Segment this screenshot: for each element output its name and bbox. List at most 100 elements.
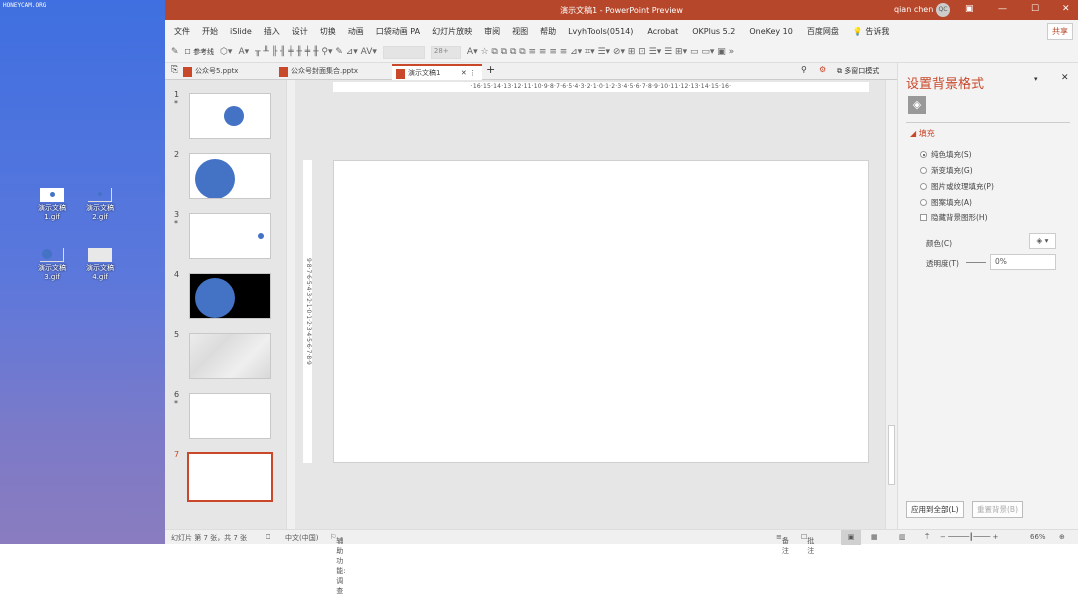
- desktop-icon[interactable]: 演示文稿 4.gif: [80, 248, 120, 282]
- slide-number: 1 *: [174, 90, 180, 108]
- menu-item[interactable]: 口袋动画 PA: [376, 26, 432, 37]
- format-icons[interactable]: A▾ ☆ ⧉ ⧉ ⧉ ⧉ ≡ ≡ ≡ ≡ ⊿▾ ⌗▾ ☰▾ ⊘▾ ⊞ ⊡ ☰▾ …: [467, 47, 734, 57]
- slide-thumbnail[interactable]: [189, 93, 271, 139]
- thumbnail-scrollbar[interactable]: [286, 80, 295, 529]
- user-name[interactable]: qian chen: [894, 5, 933, 14]
- fit-to-window-icon[interactable]: ⊕: [1059, 533, 1065, 541]
- shape-icon[interactable]: ⬡▾: [220, 47, 232, 57]
- circle-shape: [258, 233, 264, 239]
- maximize-icon[interactable]: ☐: [1031, 4, 1039, 14]
- minimize-icon[interactable]: —: [998, 4, 1007, 14]
- slide-sorter-button[interactable]: ▦: [871, 533, 878, 541]
- menu-item[interactable]: 动画: [348, 26, 376, 37]
- menu-item[interactable]: 插入: [264, 26, 292, 37]
- gradient-fill-radio[interactable]: 渐变填充(G): [920, 165, 973, 176]
- menu-item[interactable]: 切换: [320, 26, 348, 37]
- menu-item[interactable]: 开始: [202, 26, 230, 37]
- zoom-level[interactable]: 66%: [1030, 533, 1046, 541]
- tab-menu-icon[interactable]: ⎘: [171, 65, 178, 75]
- share-button[interactable]: 共享: [1047, 23, 1073, 40]
- menu-item[interactable]: LvyhTools(0514): [568, 27, 647, 36]
- language-indicator[interactable]: 中文(中国): [285, 533, 318, 543]
- vertical-ruler: 9·8·7·6·5·4·3·2·1·0·1·2·3·4·5·6·7·8·9: [303, 160, 312, 463]
- tab-doc-3[interactable]: 演示文稿1 ✕ ⋮: [392, 64, 482, 80]
- slide-thumbnail[interactable]: [189, 393, 271, 439]
- reset-background-button[interactable]: 重置背景(B): [972, 501, 1023, 518]
- desktop-icon[interactable]: 演示文稿 3.gif: [32, 248, 72, 282]
- pane-close-icon[interactable]: ✕: [1061, 73, 1069, 83]
- pattern-fill-radio[interactable]: 图案填充(A): [920, 197, 972, 208]
- menu-item[interactable]: 百度网盘: [807, 26, 853, 37]
- close-tab-icon[interactable]: ✕ ⋮: [461, 66, 476, 81]
- slide-thumbnail[interactable]: [189, 213, 271, 259]
- spellcheck-icon[interactable]: ⎕: [266, 533, 270, 542]
- menu-item[interactable]: 审阅: [484, 26, 512, 37]
- menu-item[interactable]: OneKey 10: [749, 27, 807, 36]
- color-label: 颜色(C): [926, 239, 953, 248]
- slideshow-button[interactable]: ⍑: [925, 533, 929, 542]
- slide-number: 2: [174, 150, 180, 159]
- format-painter-icon[interactable]: ✎: [171, 47, 179, 57]
- transparency-input[interactable]: 0%: [990, 254, 1056, 270]
- watermark: HONEYCAM.ORG: [3, 2, 47, 9]
- apply-to-all-button[interactable]: 应用到全部(L): [906, 501, 964, 518]
- menu-item[interactable]: 💡 告诉我: [853, 26, 904, 37]
- fill-section-header[interactable]: ◢ 填充: [910, 128, 935, 139]
- slide-number: 5: [174, 330, 180, 339]
- fill-icon[interactable]: ◈: [908, 96, 926, 114]
- close-icon[interactable]: ✕: [1062, 4, 1070, 14]
- slide-thumbnail[interactable]: [187, 452, 273, 502]
- transparency-label: 透明度(T): [926, 259, 959, 268]
- multi-window-button[interactable]: ⧉ 多窗口模式: [837, 66, 879, 76]
- status-bar: 幻灯片 第 7 张，共 7 张 ⎕ 中文(中国) ⚐ 辅助功能: 调查 ≡ 备注 …: [165, 529, 1078, 595]
- menu-item[interactable]: OKPlus 5.2: [692, 27, 749, 36]
- settings-icon[interactable]: ⚙: [819, 65, 826, 74]
- font-select[interactable]: [382, 45, 425, 59]
- menu-item[interactable]: Acrobat: [647, 27, 692, 36]
- accessibility-status[interactable]: ⚐ 辅助功能: 调查: [330, 533, 346, 595]
- color-picker-button[interactable]: ◈ ▾: [1029, 233, 1056, 249]
- slide-canvas[interactable]: [333, 160, 869, 463]
- menu-item[interactable]: iSlide: [230, 27, 264, 36]
- avatar[interactable]: QC: [936, 3, 950, 17]
- title-bar: 演示文稿1 - PowerPoint Preview qian chen QC …: [165, 0, 1078, 20]
- align-icons[interactable]: ╥ ╨ ╟ ╢ ╪ ╫ ╪ ╫ ⚲▾ ✎ ⊿▾ AV▾: [255, 47, 377, 57]
- hide-background-checkbox[interactable]: 隐藏背景图形(H): [920, 212, 988, 223]
- transparency-slider[interactable]: [966, 262, 986, 263]
- menu-item[interactable]: 设计: [292, 26, 320, 37]
- search-icon[interactable]: ⚲: [801, 65, 807, 74]
- solid-fill-radio[interactable]: 纯色填充(S): [920, 149, 972, 160]
- guides-checkbox[interactable]: ☐ 参考线: [185, 47, 215, 57]
- tab-doc-1[interactable]: 公众号5.pptx: [179, 64, 275, 80]
- slide-thumbnail[interactable]: [189, 153, 271, 199]
- slide-number: 7: [174, 450, 180, 459]
- picture-fill-radio[interactable]: 图片或纹理填充(P): [920, 181, 994, 192]
- slide-number: 6 *: [174, 390, 180, 408]
- notes-button[interactable]: ≡ 备注: [776, 533, 789, 555]
- font-size-select[interactable]: 28+: [430, 45, 461, 59]
- tab-doc-2[interactable]: 公众号封面集合.pptx: [275, 64, 390, 80]
- normal-view-button[interactable]: ▣: [841, 530, 861, 545]
- reading-view-button[interactable]: ▥: [899, 533, 906, 541]
- editor-scrollbar[interactable]: [885, 80, 897, 529]
- comments-button[interactable]: ☐ 批注: [801, 533, 814, 555]
- slide-thumbnail-pane: 1 * 2 3 * 4 5 6 * 7: [165, 80, 295, 529]
- menu-item[interactable]: 文件: [174, 26, 202, 37]
- slide-thumbnail[interactable]: [189, 333, 271, 379]
- desktop-icon[interactable]: 演示文稿 1.gif: [32, 188, 72, 222]
- desktop-icon[interactable]: 演示文稿 2.gif: [80, 188, 120, 222]
- slide-thumbnail[interactable]: [189, 273, 271, 319]
- menu-item[interactable]: 帮助: [540, 26, 568, 37]
- slide-counter: 幻灯片 第 7 张，共 7 张: [171, 534, 248, 542]
- format-background-pane: 设置背景格式 ▾ ✕ ◈ ◢ 填充 纯色填充(S) 渐变填充(G) 图片或纹理填…: [897, 63, 1078, 529]
- divider: [906, 122, 1070, 123]
- toolbar: ✎ ☐ 参考线 ⬡▾ A▾ ╥ ╨ ╟ ╢ ╪ ╫ ╪ ╫ ⚲▾ ✎ ⊿▾ AV▾…: [165, 42, 1078, 63]
- zoom-slider[interactable]: − ─────┃──── +: [940, 533, 998, 541]
- ribbon-display-icon[interactable]: ▣: [965, 4, 974, 14]
- slide-number: 4: [174, 270, 180, 279]
- menu-item[interactable]: 视图: [512, 26, 540, 37]
- new-tab-button[interactable]: +: [486, 63, 495, 76]
- pane-options-icon[interactable]: ▾: [1034, 75, 1038, 83]
- menu-item[interactable]: 幻灯片放映: [432, 26, 484, 37]
- text-box-icon[interactable]: A▾: [238, 47, 249, 57]
